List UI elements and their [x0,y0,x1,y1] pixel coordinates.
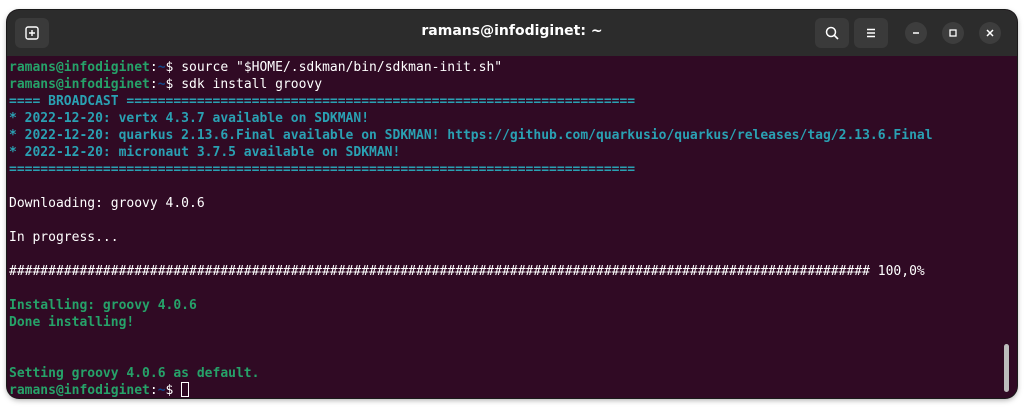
terminal-window: ramans@infodiginet: ~ ramans@infodiginet… [7,10,1017,398]
command-text: sdk install groovy [181,77,323,92]
prompt-user: ramans@infodiginet [9,77,150,92]
broadcast-item: * 2022-12-20: micronaut 3.7.5 available … [9,145,401,160]
progress-bar: ########################################… [9,264,925,279]
text-cursor [181,382,190,397]
broadcast-header: ==== BROADCAST =========================… [9,94,636,109]
broadcast-item: * 2022-12-20: quarkus 2.13.6.Final avail… [9,128,933,143]
prompt-path: ~ [157,383,166,398]
search-icon [825,26,839,40]
command-text: source "$HOME/.sdkman/bin/sdkman-init.sh… [181,60,503,75]
minimize-button[interactable] [905,22,927,44]
broadcast-footer: ========================================… [9,162,636,177]
prompt-user: ramans@infodiginet [9,60,150,75]
scrollbar-thumb[interactable] [1004,344,1009,392]
command-line: ramans@infodiginet:~$ [9,382,190,398]
title-bar: ramans@infodiginet: ~ [7,10,1017,56]
output-line: Downloading: groovy 4.0.6 [9,196,205,211]
search-button[interactable] [815,18,849,48]
terminal-output[interactable]: ramans@infodiginet:~$ source "$HOME/.sdk… [7,56,1017,398]
menu-button[interactable] [854,18,888,48]
output-line: In progress... [9,230,119,245]
broadcast-item: * 2022-12-20: vertx 4.3.7 available on S… [9,111,370,126]
command-line: ramans@infodiginet:~$ source "$HOME/.sdk… [9,60,503,75]
prompt-path: ~ [157,77,166,92]
output-line: Setting groovy 4.0.6 as default. [9,366,260,381]
maximize-button[interactable] [942,22,964,44]
maximize-icon [949,29,957,37]
output-line: Done installing! [9,315,135,330]
close-icon [986,29,994,37]
prompt-path: ~ [157,60,166,75]
prompt-user: ramans@infodiginet [9,383,150,398]
minimize-icon [913,32,919,34]
output-line: Installing: groovy 4.0.6 [9,298,197,313]
close-button[interactable] [979,22,1001,44]
hamburger-menu-icon [867,28,875,38]
command-line: ramans@infodiginet:~$ sdk install groovy [9,77,323,92]
